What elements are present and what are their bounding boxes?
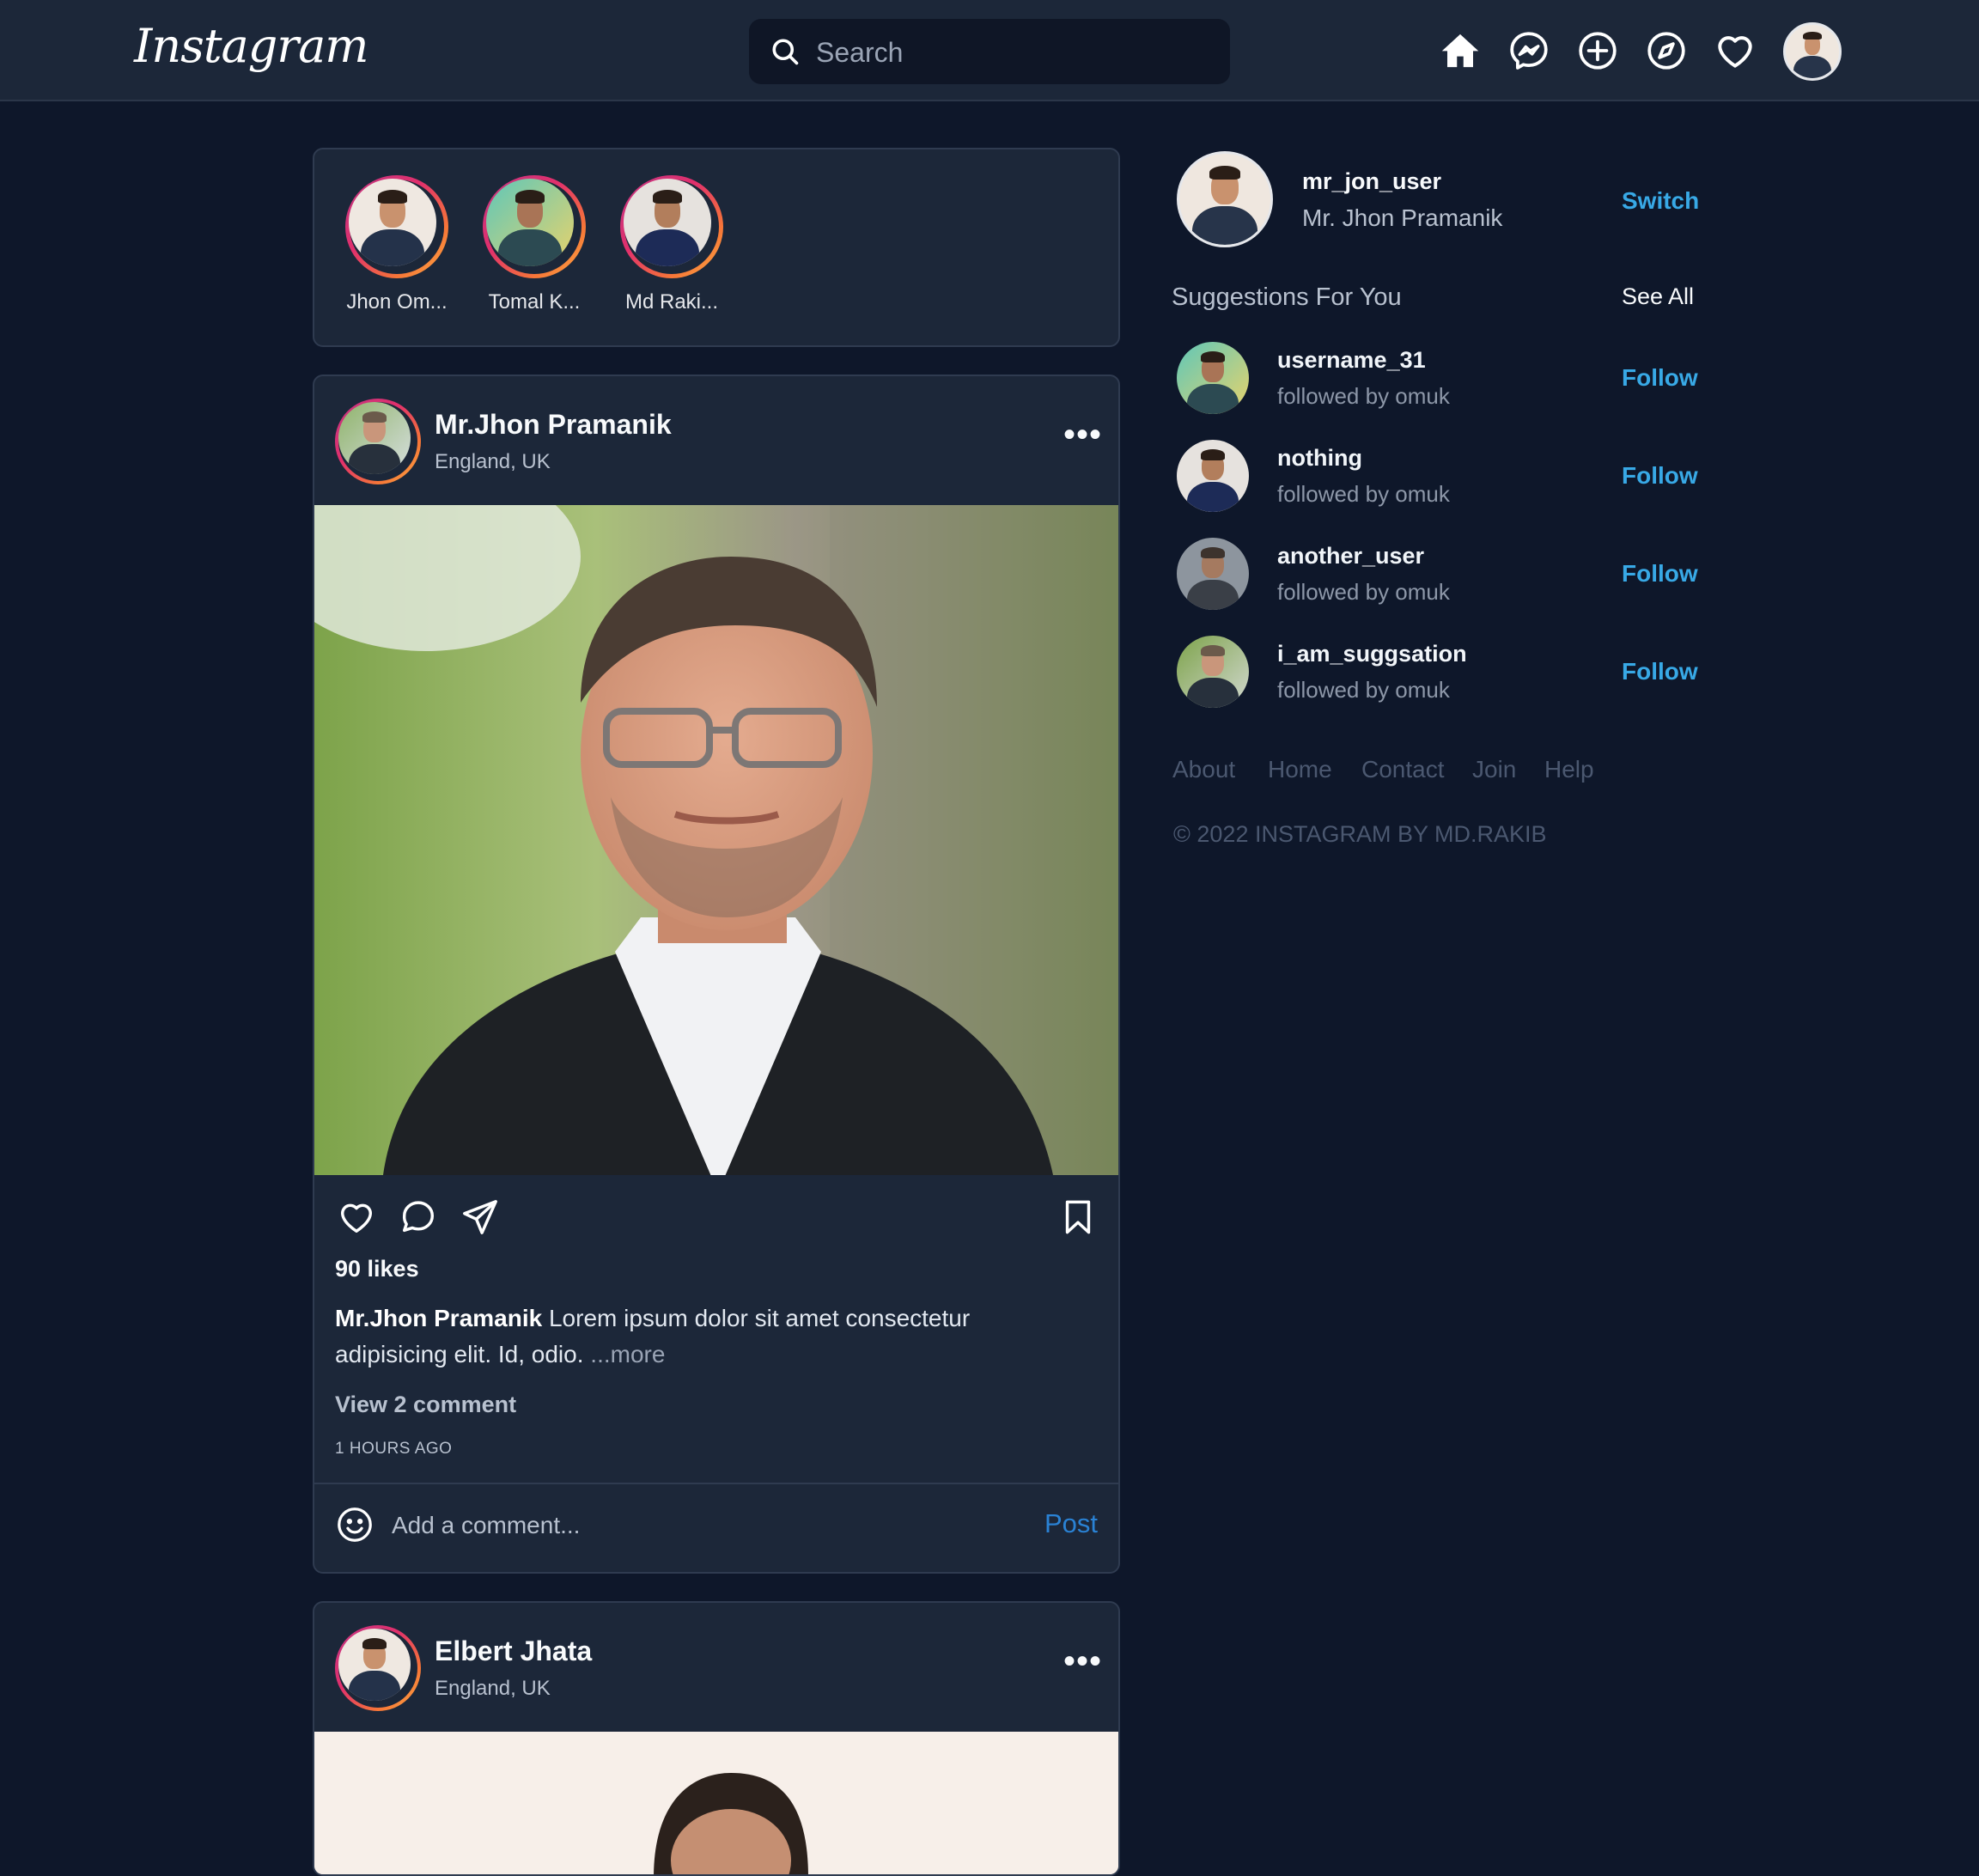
caption-author[interactable]: Mr.Jhon Pramanik [335, 1305, 542, 1331]
search-input[interactable] [814, 29, 1213, 76]
footer-link-home[interactable]: Home [1268, 756, 1332, 783]
post-author-avatar[interactable] [335, 1625, 421, 1711]
instagram-logo[interactable]: Instagram [134, 12, 368, 81]
footer-link-about[interactable]: About [1172, 756, 1235, 783]
see-all-link[interactable]: See All [1622, 283, 1694, 310]
suggestion-avatar[interactable] [1177, 636, 1249, 708]
post-card: Elbert Jhata England, UK ••• [313, 1601, 1120, 1876]
suggestion-subtext: followed by omuk [1277, 383, 1450, 409]
more-link[interactable]: ...more [590, 1341, 665, 1367]
current-user-avatar[interactable] [1177, 151, 1273, 247]
follow-button[interactable]: Follow [1622, 658, 1698, 685]
suggestion-avatar[interactable] [1177, 538, 1249, 610]
comment-icon[interactable] [399, 1197, 438, 1237]
bookmark-icon[interactable] [1058, 1197, 1098, 1237]
share-icon[interactable] [460, 1197, 500, 1237]
avatar-image [1177, 538, 1249, 610]
footer-link-help[interactable]: Help [1544, 756, 1594, 783]
copyright-text: © 2022 INSTAGRAM BY MD.RAKIB [1173, 821, 1547, 847]
profile-avatar[interactable] [1783, 22, 1842, 81]
suggestions-title: Suggestions For You [1172, 283, 1402, 311]
story-avatar [624, 179, 711, 266]
more-options-icon[interactable]: ••• [1063, 417, 1102, 452]
story-ring [483, 175, 586, 278]
more-options-icon[interactable]: ••• [1063, 1644, 1102, 1678]
suggestion-subtext: followed by omuk [1277, 677, 1450, 703]
add-post-icon[interactable] [1576, 29, 1619, 72]
emoji-icon[interactable] [335, 1505, 374, 1544]
top-navbar: Instagram [0, 0, 1979, 101]
post-card: Mr.Jhon Pramanik England, UK ••• 90 like… [313, 375, 1120, 1574]
avatar-image [1177, 440, 1249, 512]
post-location[interactable]: England, UK [435, 1677, 551, 1701]
post-caption: Mr.Jhon Pramanik Lorem ipsum dolor sit a… [335, 1300, 1074, 1373]
story-name: Tomal K... [488, 290, 581, 314]
view-comments-link[interactable]: View 2 comment [335, 1392, 516, 1418]
home-icon[interactable] [1439, 29, 1482, 72]
suggestion-username[interactable]: i_am_suggsation [1277, 641, 1467, 667]
post-author-avatar[interactable] [335, 399, 421, 484]
suggestion-subtext: followed by omuk [1277, 481, 1450, 507]
post-image[interactable] [314, 1732, 1118, 1874]
suggestion-avatar[interactable] [1177, 440, 1249, 512]
current-full-name: Mr. Jhon Pramanik [1302, 204, 1503, 231]
story-name: Jhon Om... [346, 290, 448, 314]
avatar-image [1786, 25, 1839, 78]
follow-button[interactable]: Follow [1622, 364, 1698, 392]
search-icon [772, 39, 799, 65]
story-ring [345, 175, 448, 278]
avatar-image [338, 1629, 411, 1701]
story-name: Md Raki... [624, 290, 719, 314]
suggestion-username[interactable]: another_user [1277, 543, 1424, 570]
footer-link-contact[interactable]: Contact [1361, 756, 1445, 783]
post-location[interactable]: England, UK [435, 450, 551, 474]
suggestion-username[interactable]: nothing [1277, 445, 1362, 472]
avatar-image [1177, 342, 1249, 414]
suggestion-avatar[interactable] [1177, 342, 1249, 414]
follow-button[interactable]: Follow [1622, 560, 1698, 588]
story-avatar [349, 179, 436, 266]
messenger-icon[interactable] [1507, 29, 1550, 72]
post-comment-button[interactable]: Post [1044, 1508, 1098, 1539]
search-box[interactable] [749, 19, 1230, 84]
heart-icon[interactable] [1714, 29, 1757, 72]
comment-input[interactable] [390, 1505, 909, 1546]
footer-link-join[interactable]: Join [1472, 756, 1516, 783]
post-image[interactable] [314, 505, 1118, 1175]
post-author-name[interactable]: Mr.Jhon Pramanik [435, 409, 672, 441]
avatar-image [1179, 154, 1270, 245]
avatar-image [1177, 636, 1249, 708]
follow-button[interactable]: Follow [1622, 462, 1698, 490]
suggestion-username[interactable]: username_31 [1277, 347, 1426, 374]
post-timestamp: 1 HOURS AGO [335, 1440, 453, 1458]
post-author-name[interactable]: Elbert Jhata [435, 1635, 592, 1667]
switch-account-button[interactable]: Switch [1622, 187, 1699, 215]
divider [314, 1483, 1118, 1484]
suggestion-subtext: followed by omuk [1277, 579, 1450, 605]
like-icon[interactable] [337, 1197, 376, 1237]
story-ring [620, 175, 723, 278]
likes-count[interactable]: 90 likes [335, 1256, 419, 1282]
current-username[interactable]: mr_jon_user [1302, 168, 1441, 195]
story-avatar [486, 179, 574, 266]
explore-icon[interactable] [1645, 29, 1688, 72]
avatar-image [338, 402, 411, 474]
